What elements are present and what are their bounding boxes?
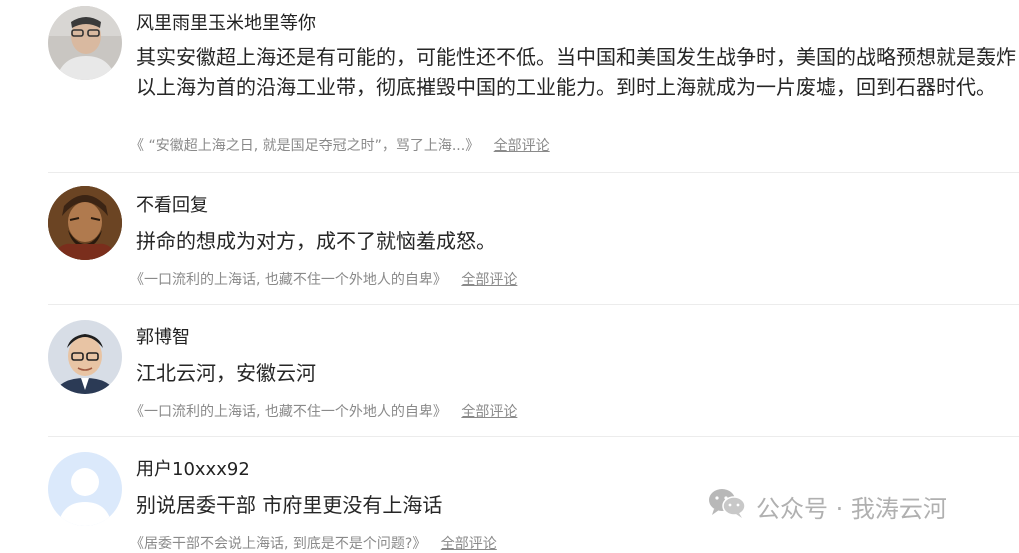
- comment-item: 不看回复 拼命的想成为对方，成不了就恼羞成怒。 《一口流利的上海话, 也藏不住一…: [48, 172, 1019, 304]
- source-article-link[interactable]: 《居委干部不会说上海话, 到底是不是个问题?》: [130, 536, 426, 552]
- source-line: 《居委干部不会说上海话, 到底是不是个问题?》 全部评论: [130, 533, 497, 553]
- comment-text: 其实安徽超上海还是有可能的，可能性还不低。当中国和美国发生战争时，美国的战略预想…: [136, 45, 1016, 99]
- comment-item: 风里雨里玉米地里等你 其实安徽超上海还是有可能的，可能性还不低。当中国和美国发生…: [48, 0, 1019, 172]
- all-comments-link[interactable]: 全部评论: [461, 404, 517, 420]
- username[interactable]: 风里雨里玉米地里等你: [136, 9, 316, 35]
- comment-item: 郭博智 江北云河，安徽云河 《一口流利的上海话, 也藏不住一个外地人的自卑》 全…: [48, 304, 1019, 436]
- watermark-text: 公众号 · 我涛云河: [756, 494, 947, 523]
- wechat-icon: [708, 487, 746, 525]
- all-comments-link[interactable]: 全部评论: [441, 536, 497, 552]
- all-comments-link[interactable]: 全部评论: [461, 272, 517, 288]
- comment-text: 江北云河，安徽云河: [136, 361, 316, 385]
- source-line: 《一口流利的上海话, 也藏不住一个外地人的自卑》 全部评论: [130, 401, 517, 421]
- source-line: 《 “安徽超上海之日, 就是国足夺冠之时”，骂了上海...》 全部评论: [130, 135, 550, 155]
- avatar[interactable]: [48, 6, 122, 80]
- avatar[interactable]: [48, 186, 122, 260]
- source-article-link[interactable]: 《一口流利的上海话, 也藏不住一个外地人的自卑》: [130, 404, 447, 420]
- source-line: 《一口流利的上海话, 也藏不住一个外地人的自卑》 全部评论: [130, 269, 517, 289]
- username[interactable]: 用户10xxx92: [136, 455, 250, 481]
- avatar[interactable]: [48, 320, 122, 394]
- username[interactable]: 不看回复: [136, 191, 208, 217]
- source-article-link[interactable]: 《 “安徽超上海之日, 就是国足夺冠之时”，骂了上海...》: [130, 138, 479, 154]
- username[interactable]: 郭博智: [136, 323, 190, 349]
- avatar[interactable]: [48, 452, 122, 526]
- comment-text: 拼命的想成为对方，成不了就恼羞成怒。: [136, 229, 496, 253]
- source-article-link[interactable]: 《一口流利的上海话, 也藏不住一个外地人的自卑》: [130, 272, 447, 288]
- all-comments-link[interactable]: 全部评论: [494, 138, 550, 154]
- watermark: 公众号 · 我涛云河: [708, 488, 947, 524]
